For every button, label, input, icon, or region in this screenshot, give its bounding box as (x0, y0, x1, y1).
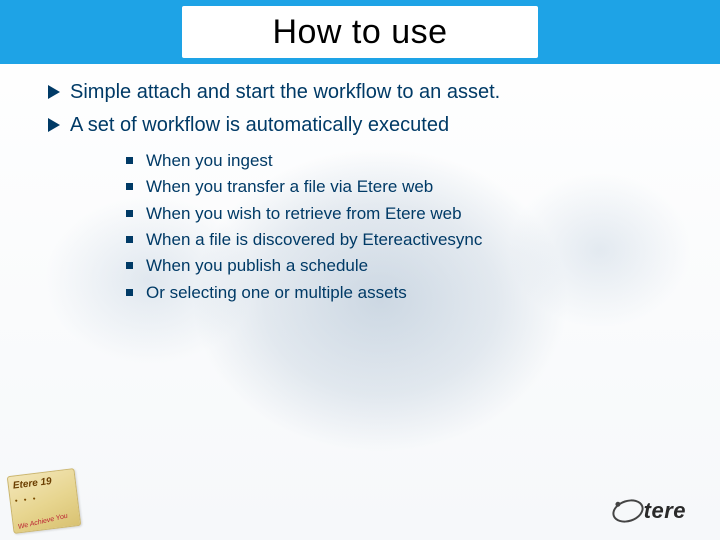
bullet-text: When you publish a schedule (146, 256, 368, 275)
bullet-text: Or selecting one or multiple assets (146, 283, 407, 302)
bullet-text: When you wish to retrieve from Etere web (146, 204, 462, 223)
logo-text: tere (644, 498, 686, 524)
title-plate: How to use (182, 6, 538, 58)
badge-subtitle: We Achieve You (17, 513, 68, 532)
orbit-icon (609, 496, 646, 527)
bullet-text: When a file is discovered by Etereactive… (146, 230, 482, 249)
list-item: When a file is discovered by Etereactive… (126, 227, 672, 253)
bullet-text: When you transfer a file via Etere web (146, 177, 433, 196)
bullet-text: A set of workflow is automatically execu… (70, 114, 449, 136)
list-item: When you publish a schedule (126, 253, 672, 279)
list-item: When you ingest (126, 148, 672, 174)
bullet-list-level2: When you ingest When you transfer a file… (126, 148, 672, 306)
list-item: When you transfer a file via Etere web (126, 174, 672, 200)
bullet-text: Simple attach and start the workflow to … (70, 81, 500, 103)
badge-title: Etere 19 (12, 474, 71, 492)
slide: How to use Simple attach and start the w… (0, 0, 720, 540)
bullet-list-level1: Simple attach and start the workflow to … (48, 78, 672, 306)
list-item: Or selecting one or multiple assets (126, 280, 672, 306)
badge-decor: • • • (14, 491, 73, 507)
list-item: A set of workflow is automatically execu… (48, 111, 672, 306)
etere19-badge: Etere 19 • • • We Achieve You (7, 468, 82, 534)
title-bar: How to use (0, 0, 720, 64)
bullet-text: When you ingest (146, 151, 273, 170)
list-item: When you wish to retrieve from Etere web (126, 201, 672, 227)
content-area: Simple attach and start the workflow to … (48, 78, 672, 310)
etere-logo: tere (612, 498, 686, 524)
list-item: Simple attach and start the workflow to … (48, 78, 672, 107)
slide-title: How to use (272, 13, 447, 52)
